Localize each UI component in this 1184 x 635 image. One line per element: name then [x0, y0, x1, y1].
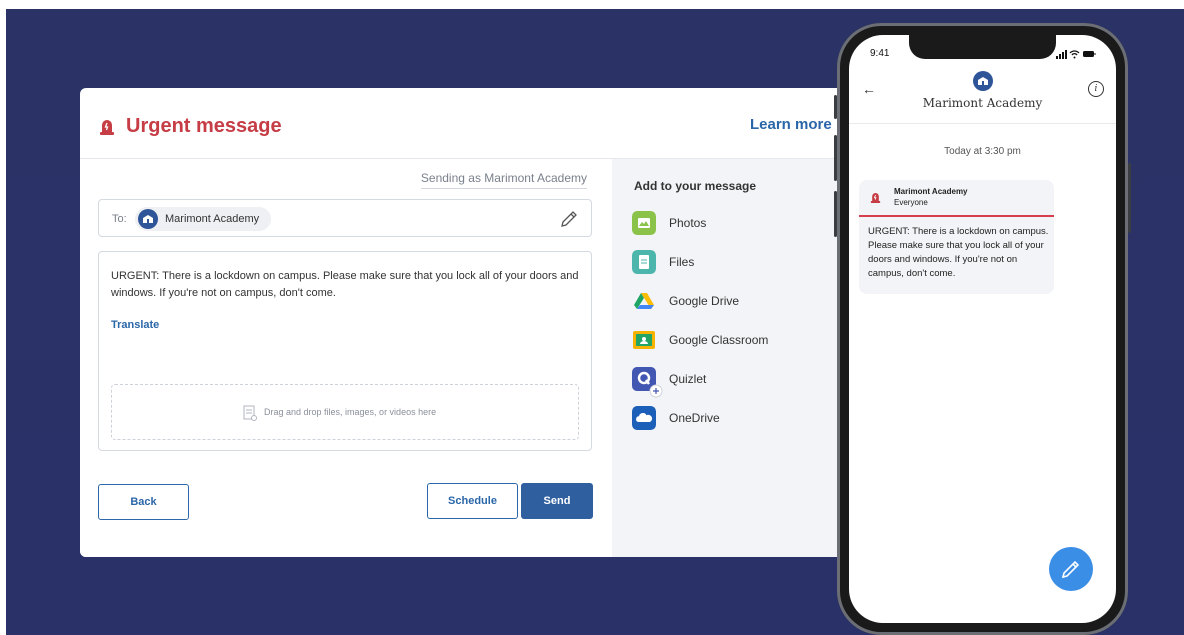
- alarm-icon: [870, 193, 881, 203]
- recipient-field[interactable]: To: Marimont Academy: [98, 199, 592, 237]
- phone-volume-up: [834, 135, 837, 181]
- school-avatar: [973, 71, 993, 91]
- attach-label: Quizlet: [669, 372, 707, 386]
- sending-as-label: Sending as Marimont Academy: [420, 171, 587, 189]
- google-classroom-icon: [633, 331, 655, 349]
- attach-label: Google Classroom: [669, 333, 769, 347]
- phone-power-button: [1128, 163, 1131, 233]
- conversation-header: ← Marimont Academy i: [849, 71, 1116, 124]
- attachments-title: Add to your message: [634, 179, 757, 193]
- bubble-audience: Everyone: [894, 198, 928, 207]
- send-button[interactable]: Send: [521, 483, 593, 519]
- translate-link[interactable]: Translate: [111, 319, 159, 331]
- conversation-title: Marimont Academy: [922, 96, 1043, 110]
- alarm-icon: [100, 120, 114, 135]
- attachments-pane: Add to your message Photos Files Google …: [612, 159, 870, 557]
- status-icons: [1056, 50, 1096, 59]
- info-icon[interactable]: i: [1088, 81, 1104, 97]
- bubble-sender: Marimont Academy: [894, 187, 968, 196]
- back-arrow-icon[interactable]: ←: [862, 81, 876, 97]
- urgent-message-bubble: Marimont Academy Everyone URGENT: There …: [859, 180, 1054, 294]
- message-editor[interactable]: URGENT: There is a lockdown on campus. P…: [98, 251, 592, 451]
- drop-placeholder: Drag and drop files, images, or videos h…: [264, 407, 437, 417]
- phone-mute-switch: [834, 95, 837, 119]
- quizlet-icon: [632, 367, 663, 398]
- status-time: 9:41: [870, 48, 890, 59]
- file-drop-zone[interactable]: Drag and drop files, images, or videos h…: [111, 384, 579, 440]
- schedule-button[interactable]: Schedule: [427, 483, 518, 519]
- bubble-header: Marimont Academy Everyone: [859, 180, 1054, 217]
- files-icon: [632, 250, 656, 274]
- phone-volume-down: [834, 191, 837, 237]
- compose-pane: Sending as Marimont Academy To: Marimont…: [80, 159, 612, 557]
- back-button[interactable]: Back: [98, 484, 189, 520]
- phone-notch: [909, 35, 1056, 59]
- school-building-icon: [143, 215, 153, 223]
- document-icon: [243, 405, 257, 421]
- page-title: Urgent message: [126, 115, 282, 137]
- card-header: Urgent message Learn more: [80, 88, 870, 159]
- phone-mockup: 9:41 ← Marimont Academy i Today at 3:30 …: [834, 23, 1131, 635]
- learn-more-link[interactable]: Learn more: [750, 116, 832, 133]
- pencil-icon: [1061, 560, 1080, 579]
- school-building-icon: [978, 77, 988, 85]
- phone-screen: 9:41 ← Marimont Academy i Today at 3:30 …: [849, 35, 1116, 623]
- to-label: To:: [112, 213, 127, 225]
- attach-label: Photos: [669, 216, 707, 230]
- school-avatar: [138, 209, 158, 229]
- message-text[interactable]: URGENT: There is a lockdown on campus. P…: [111, 268, 581, 302]
- attach-label: Files: [669, 255, 695, 269]
- urgent-message-card: Urgent message Learn more Sending as Mar…: [80, 88, 870, 557]
- bubble-text: URGENT: There is a lockdown on campus. P…: [868, 226, 1049, 279]
- attach-label: OneDrive: [669, 411, 720, 425]
- photos-icon: [632, 211, 656, 235]
- edit-pencil-icon[interactable]: [559, 209, 579, 229]
- attach-label: Google Drive: [669, 294, 740, 308]
- google-drive-icon: [634, 293, 654, 309]
- recipient-chip[interactable]: Marimont Academy: [135, 207, 272, 231]
- onedrive-icon: [632, 406, 656, 430]
- recipient-name: Marimont Academy: [165, 213, 260, 225]
- compose-fab[interactable]: [1049, 547, 1093, 591]
- message-date: Today at 3:30 pm: [944, 146, 1021, 157]
